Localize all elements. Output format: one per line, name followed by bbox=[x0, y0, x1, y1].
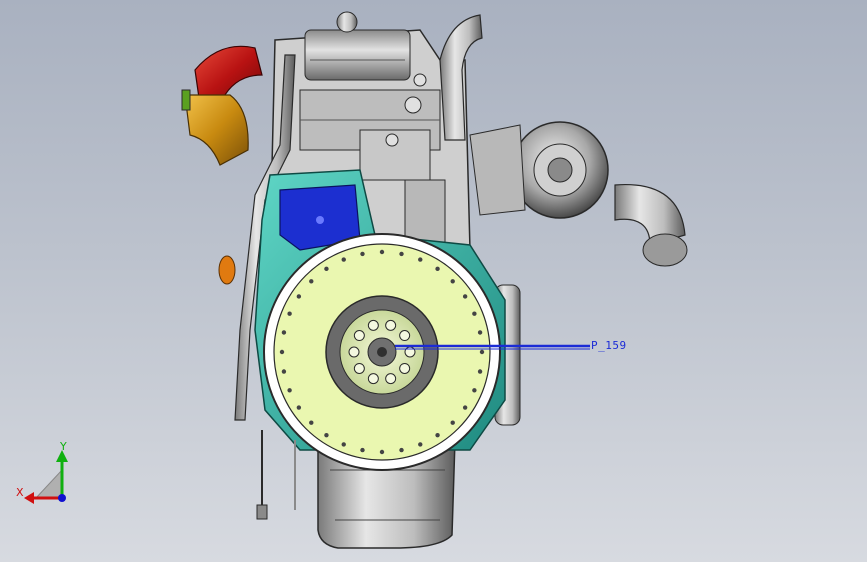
flywheel-bolt bbox=[324, 432, 329, 438]
y-axis-label: Y bbox=[60, 440, 67, 453]
flywheel-bolt bbox=[296, 405, 302, 410]
flywheel-bolt bbox=[472, 311, 477, 316]
hub-bolt bbox=[353, 330, 365, 342]
flywheel[interactable] bbox=[263, 233, 501, 471]
flywheel-bolt bbox=[472, 388, 477, 393]
flywheel-bolt bbox=[399, 251, 404, 257]
flywheel-bolt bbox=[435, 432, 440, 438]
outlet-elbow[interactable] bbox=[614, 183, 688, 267]
hub-bolt bbox=[399, 362, 411, 374]
turbocharger[interactable] bbox=[469, 121, 609, 219]
engine-model[interactable] bbox=[0, 0, 867, 562]
flywheel-bolt bbox=[287, 311, 292, 316]
flywheel-bolt bbox=[279, 349, 285, 355]
flywheel-bolt bbox=[379, 449, 385, 455]
orange-sensor[interactable] bbox=[218, 255, 236, 285]
hub-bolt bbox=[385, 373, 397, 385]
axis-triad bbox=[24, 450, 68, 504]
flywheel-bolt bbox=[341, 257, 346, 262]
hub-bolt bbox=[367, 319, 379, 331]
flywheel-bolt bbox=[360, 251, 365, 257]
upper-pipe[interactable] bbox=[439, 14, 483, 141]
flywheel-bolt bbox=[296, 294, 302, 299]
hub-bolt bbox=[348, 346, 360, 358]
flywheel-bolt bbox=[477, 330, 483, 335]
hub-bolt bbox=[367, 373, 379, 385]
x-axis-label: X bbox=[16, 486, 24, 499]
annotation-label[interactable]: P_159 bbox=[591, 339, 627, 352]
sensor-wire[interactable] bbox=[256, 430, 296, 520]
flywheel-bolt bbox=[450, 420, 455, 425]
flywheel-bolt bbox=[462, 294, 468, 299]
flywheel-bolt bbox=[477, 369, 483, 374]
flywheel-bolt bbox=[418, 442, 423, 447]
flywheel-bolt bbox=[287, 388, 292, 393]
flywheel-bolt bbox=[479, 349, 485, 355]
flywheel-bolt bbox=[379, 249, 385, 255]
flywheel-bolt bbox=[281, 369, 287, 374]
hub-bolt bbox=[353, 362, 365, 374]
flywheel-bolt bbox=[435, 266, 440, 272]
flywheel-bolt bbox=[462, 405, 468, 410]
hub-bolt bbox=[385, 319, 397, 331]
flywheel-bolt bbox=[399, 447, 404, 453]
flywheel-bolt bbox=[450, 279, 455, 284]
flywheel-bolt bbox=[309, 279, 314, 284]
flywheel-bolt bbox=[309, 420, 314, 425]
cad-viewport[interactable]: P_159 Y X bbox=[0, 0, 867, 562]
flywheel-bolt bbox=[360, 447, 365, 453]
flywheel-bolt bbox=[341, 442, 346, 447]
flywheel-bolt bbox=[324, 266, 329, 272]
elbow-pipe[interactable] bbox=[181, 89, 249, 166]
hub-bolt bbox=[399, 330, 411, 342]
flywheel-bolt bbox=[281, 330, 287, 335]
flywheel-bolt bbox=[418, 257, 423, 262]
